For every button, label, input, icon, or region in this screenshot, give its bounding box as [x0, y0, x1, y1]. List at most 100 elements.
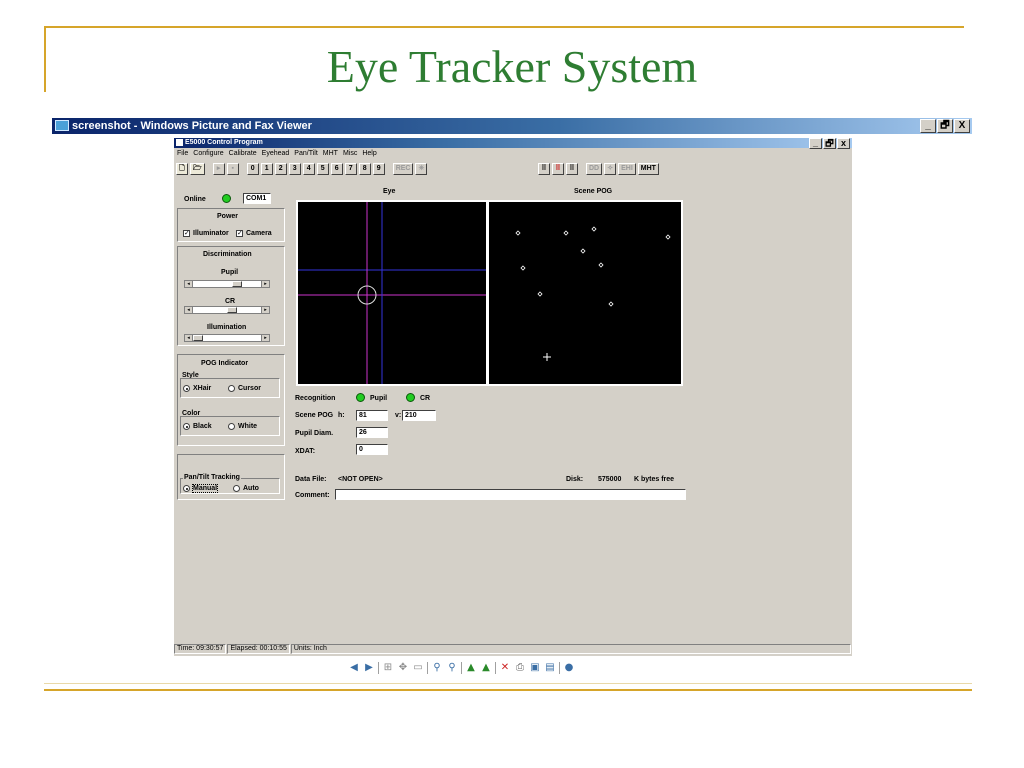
pantilt-title: Pan/Tilt Tracking — [183, 474, 241, 481]
white-radio[interactable] — [228, 423, 235, 430]
manual-radio[interactable] — [183, 485, 190, 492]
power-title: Power — [217, 213, 239, 220]
pupil-slider-thumb[interactable] — [232, 281, 242, 287]
menu-pantilt[interactable]: Pan/Tilt — [294, 149, 317, 159]
zoom-out-icon[interactable]: ⚲ — [446, 662, 458, 674]
slider-right-arrow-icon[interactable]: ▸ — [261, 335, 269, 341]
calibration-point — [591, 226, 597, 232]
discrimination-group — [177, 246, 285, 346]
edit-icon[interactable]: ▤ — [544, 662, 556, 674]
toolbar-num-5[interactable]: 5 — [316, 163, 329, 175]
slider-right-arrow-icon[interactable]: ▸ — [261, 307, 269, 313]
slider-left-arrow-icon[interactable]: ◂ — [185, 281, 193, 287]
cursor-radio[interactable] — [228, 385, 235, 392]
viewer-minimize-button[interactable]: _ — [920, 119, 936, 133]
zoom-in-icon[interactable]: ⚲ — [431, 662, 443, 674]
dd-button[interactable]: DD — [586, 163, 603, 175]
scene-pog-display — [487, 200, 683, 386]
toolbar-num-2[interactable]: 2 — [274, 163, 287, 175]
menu-misc[interactable]: Misc — [343, 149, 357, 159]
help-icon[interactable]: ● — [563, 662, 575, 674]
black-radio[interactable] — [183, 423, 190, 430]
viewer-titlebar: screenshot - Windows Picture and Fax Vie… — [52, 118, 972, 134]
viewer-restore-button[interactable]: 🗗 — [937, 119, 953, 133]
eyehead-icon[interactable]: ✧ — [604, 163, 617, 175]
menu-mht[interactable]: MHT — [323, 149, 338, 159]
actual-size-icon[interactable]: ✥ — [397, 662, 409, 674]
toolbar-num-6[interactable]: 6 — [330, 163, 343, 175]
open-file-icon[interactable]: 🗁 — [190, 163, 205, 175]
auto-radio[interactable] — [233, 485, 240, 492]
toolbar-num-7[interactable]: 7 — [344, 163, 357, 175]
manual-label: Manual — [191, 484, 219, 493]
online-label: Online — [184, 196, 206, 203]
camera-checkbox[interactable]: ✓ — [236, 230, 243, 237]
com-port-field[interactable]: COM1 — [243, 193, 271, 204]
mht-button[interactable]: MHT — [637, 163, 659, 175]
illumination-slider[interactable]: ◂ ▸ — [184, 334, 270, 342]
calibration-point — [598, 262, 604, 268]
camera-label: Camera — [246, 230, 272, 237]
save-icon[interactable]: ▣ — [529, 662, 541, 674]
rotate-clockwise-icon[interactable]: ▲ — [465, 662, 477, 674]
print-icon[interactable]: ⎙ — [514, 662, 526, 674]
cr-slider-thumb[interactable] — [227, 307, 237, 313]
menu-calibrate[interactable]: Calibrate — [229, 149, 257, 159]
pupil-slider[interactable]: ◂ ▸ — [184, 280, 270, 288]
stop-icon[interactable]: ▪ — [226, 163, 239, 175]
slider-right-arrow-icon[interactable]: ▸ — [261, 281, 269, 287]
illumination-slider-thumb[interactable] — [193, 335, 203, 341]
comment-input[interactable] — [335, 489, 686, 500]
toolbar-right: ⠿ ⠿ ⠿ DD ✧ EHI MHT — [538, 162, 661, 176]
scene-points — [515, 226, 671, 361]
slider-left-arrow-icon[interactable]: ◂ — [185, 335, 193, 341]
disk-value: 575000 — [598, 476, 622, 483]
slide-divider — [44, 689, 972, 691]
prev-image-icon[interactable]: ◀ — [348, 662, 360, 674]
toolbar-num-0[interactable]: 0 — [246, 163, 259, 175]
calibration-point — [563, 230, 569, 236]
menu-help[interactable]: Help — [362, 149, 376, 159]
toolbar-num-4[interactable]: 4 — [302, 163, 315, 175]
toolbar-num-8[interactable]: 8 — [358, 163, 371, 175]
disk-label: Disk: — [566, 476, 584, 483]
grid-view-icon[interactable]: ⠿ — [538, 163, 550, 175]
xhair-radio[interactable] — [183, 385, 190, 392]
viewer-title: screenshot - Windows Picture and Fax Vie… — [72, 120, 312, 132]
scene-pog-h-field[interactable]: 81 — [356, 410, 388, 421]
rotate-counterclockwise-icon[interactable]: ▲ — [480, 662, 492, 674]
slideshow-icon[interactable]: ▭ — [412, 662, 424, 674]
menu-configure[interactable]: Configure — [193, 149, 223, 159]
menu-eyehead[interactable]: Eyehead — [262, 149, 290, 159]
new-file-icon[interactable]: 🗋 — [176, 163, 188, 175]
scene-pog-v-field[interactable]: 210 — [402, 410, 436, 421]
play-icon[interactable]: ▸ — [212, 163, 225, 175]
toolbar-num-1[interactable]: 1 — [260, 163, 273, 175]
delete-icon[interactable]: ✕ — [499, 662, 511, 674]
toolbar-separator — [559, 662, 560, 674]
toolbar-num-9[interactable]: 9 — [372, 163, 385, 175]
illuminator-checkbox[interactable]: ✓ — [183, 230, 190, 237]
grid-view-red-icon[interactable]: ⠿ — [552, 163, 564, 175]
calibration-point — [580, 248, 586, 254]
app-restore-button[interactable]: 🗗 — [823, 138, 836, 149]
record-button[interactable]: REC — [392, 163, 414, 175]
menubar: File Configure Calibrate Eyehead Pan/Til… — [174, 149, 377, 159]
toolbar-num-3[interactable]: 3 — [288, 163, 301, 175]
grid-view-dots-icon[interactable]: ⠿ — [566, 163, 578, 175]
app-close-button[interactable]: x — [837, 138, 850, 149]
crosshair-icon[interactable]: ✳ — [415, 163, 428, 175]
scene-pog-label: Scene POG — [295, 412, 334, 419]
menu-file[interactable]: File — [177, 149, 188, 159]
next-image-icon[interactable]: ▶ — [363, 662, 375, 674]
slider-left-arrow-icon[interactable]: ◂ — [185, 307, 193, 313]
viewer-close-button[interactable]: X — [954, 119, 970, 133]
illumination-slider-label: Illumination — [207, 324, 247, 331]
ehi-button[interactable]: EHI — [618, 163, 636, 175]
xhair-label: XHair — [193, 385, 212, 392]
pupil-diam-field[interactable]: 26 — [356, 427, 388, 438]
app-minimize-button[interactable]: _ — [809, 138, 822, 149]
xdat-field[interactable]: 0 — [356, 444, 388, 455]
cr-slider[interactable]: ◂ ▸ — [184, 306, 270, 314]
best-fit-icon[interactable]: ⊞ — [382, 662, 394, 674]
